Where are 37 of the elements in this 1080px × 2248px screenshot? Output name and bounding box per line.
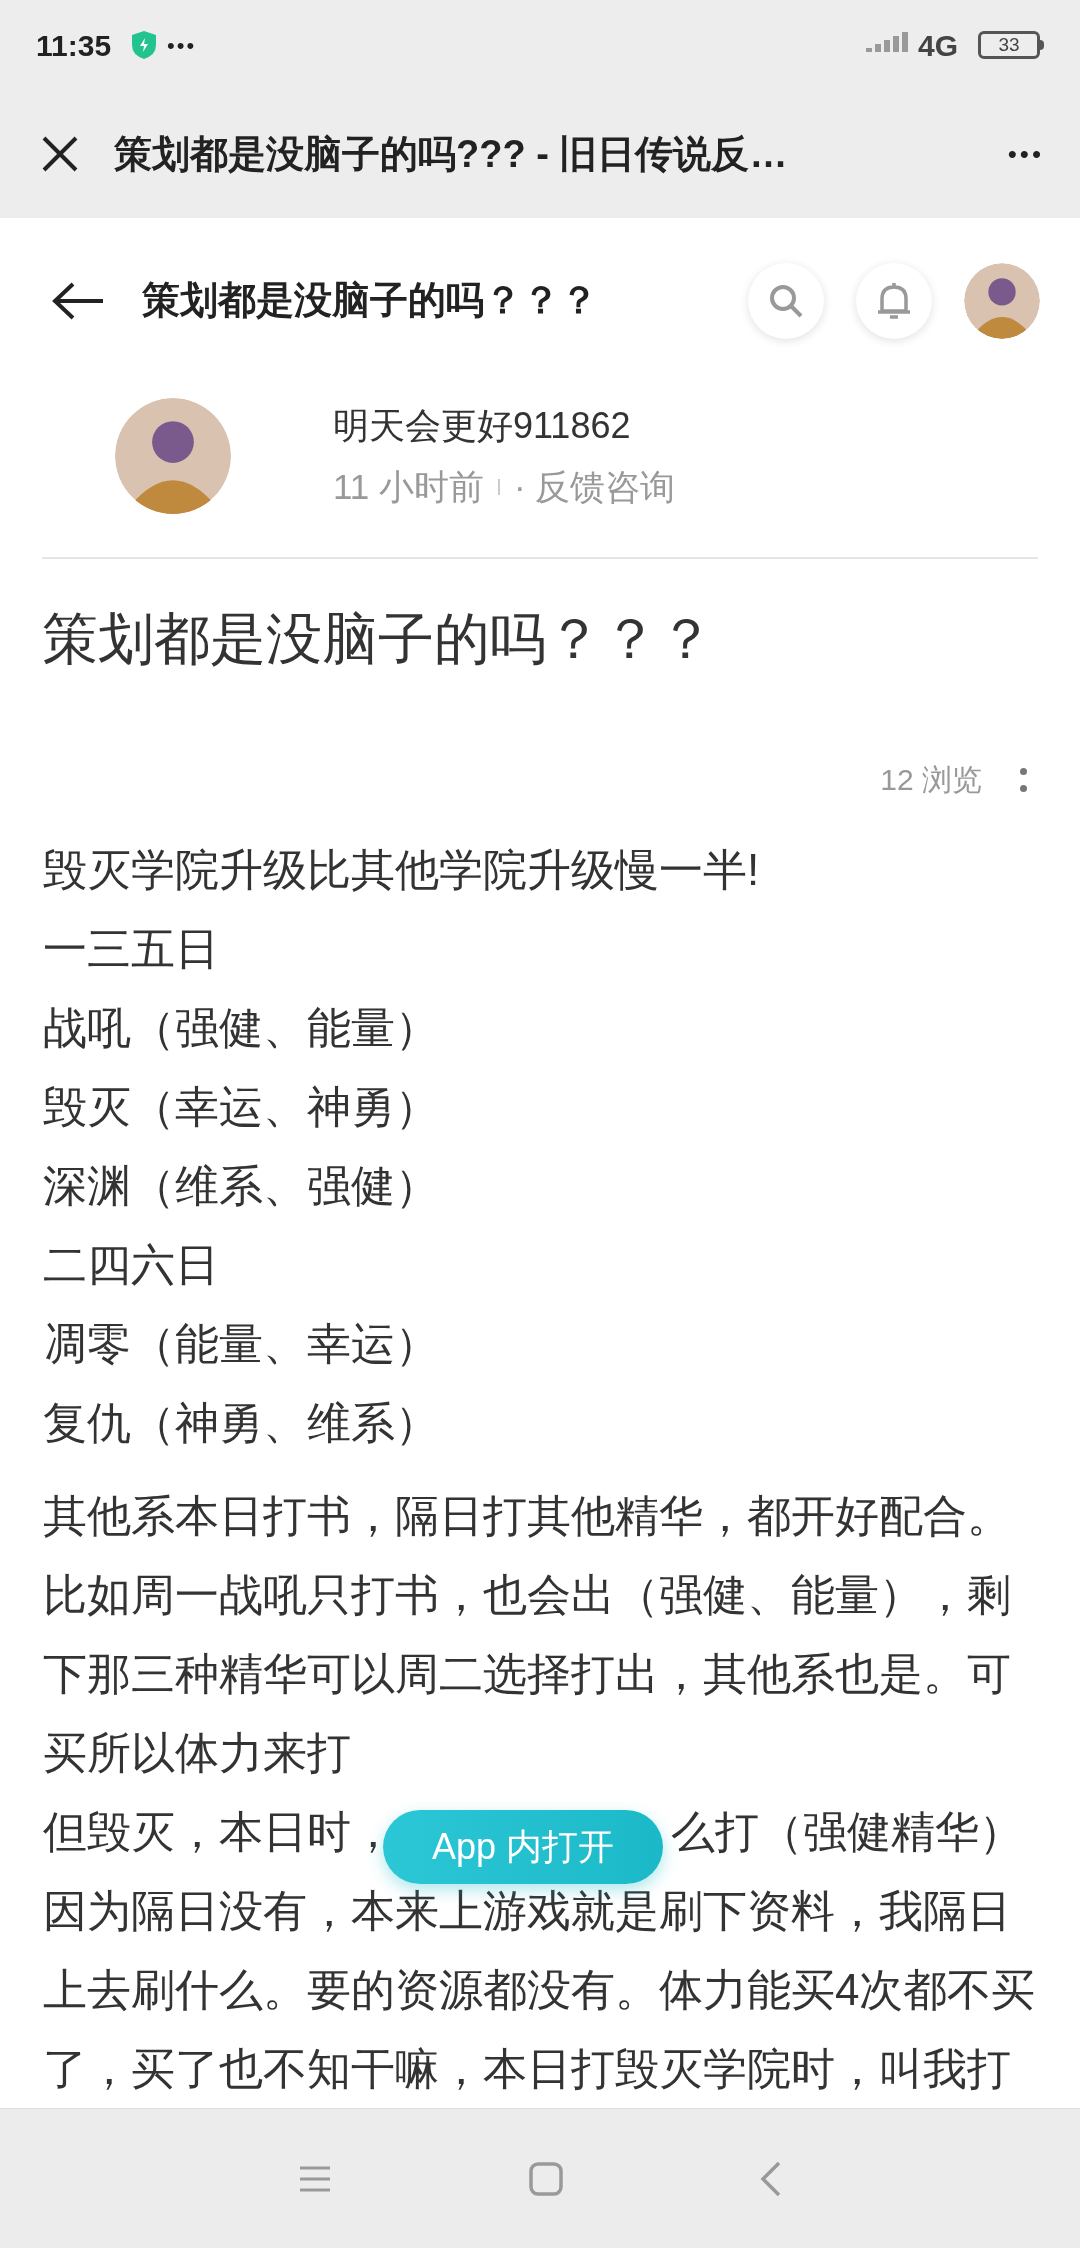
body-text-line: 了，买了也不知干嘛，本日打毁灭学院时，叫我打 (43, 2043, 1012, 2095)
body-text-line: 二四六日 (43, 1239, 220, 1291)
search-button[interactable] (748, 262, 824, 339)
body-text-line: 深渊（维系、强健） (43, 1160, 440, 1212)
open-in-app-button[interactable]: App 内打开 (383, 1810, 663, 1884)
body-text-line: 上去刷什么。要的资源都没有。体力能买4次都不买 (43, 1964, 1037, 2016)
network-type: 4G (917, 27, 958, 64)
post-time: 11 小时前 (333, 465, 485, 508)
page-title: 策划都是没脑子的吗??? - 旧日传说反… (114, 131, 789, 177)
body-text-line: 一三五日 (43, 923, 220, 975)
body-text-line: 比如周一战吼只打书，也会出（强健、能量），剩 (43, 1569, 1012, 1621)
home-icon[interactable] (529, 2161, 563, 2196)
post-title: 策划都是没脑子的吗？？？ (42, 606, 715, 672)
view-count: 12 浏览 (880, 762, 982, 798)
bell-icon (876, 280, 912, 321)
body-text-line: 毁灭（幸运、神勇） (43, 1081, 440, 1133)
search-icon (768, 282, 804, 319)
author-name: 明天会更好911862 (333, 403, 632, 448)
status-time: 11:35 (36, 27, 112, 64)
body-text-line: 凋零（能量、幸运） (43, 1318, 440, 1370)
body-text-line: 么打（强健精华） (671, 1806, 1023, 1858)
back-icon[interactable] (759, 2160, 782, 2197)
more-notifications-icon: ••• (167, 28, 197, 62)
body-text-line: 毁灭学院升级比其他学院升级慢一半! (43, 844, 761, 896)
body-text-line: 其他系本日打书，隔日打其他精华，都开好配合。 (43, 1490, 1012, 1542)
menu-icon[interactable] (298, 2164, 333, 2193)
body-text-line: 战吼（强健、能量） (43, 1002, 440, 1054)
body-text-line: 复仇（神勇、维系） (43, 1397, 440, 1449)
header-title: 策划都是没脑子的吗？？？ (142, 278, 599, 324)
battery-indicator: 33 (978, 31, 1040, 59)
body-text-line: 买所以体力来打 (43, 1727, 352, 1779)
post-category[interactable]: · 反馈咨询 (514, 460, 676, 514)
body-text-line: 下那三种精华可以周二选择打出，其他系也是。可 (43, 1648, 1012, 1700)
notifications-button[interactable] (856, 262, 932, 339)
more-button[interactable]: ••• (1007, 134, 1044, 174)
body-text-line: 因为隔日没有，本来上游戏就是刷下资料，我隔日 (43, 1885, 1012, 1937)
shield-icon (131, 30, 158, 60)
